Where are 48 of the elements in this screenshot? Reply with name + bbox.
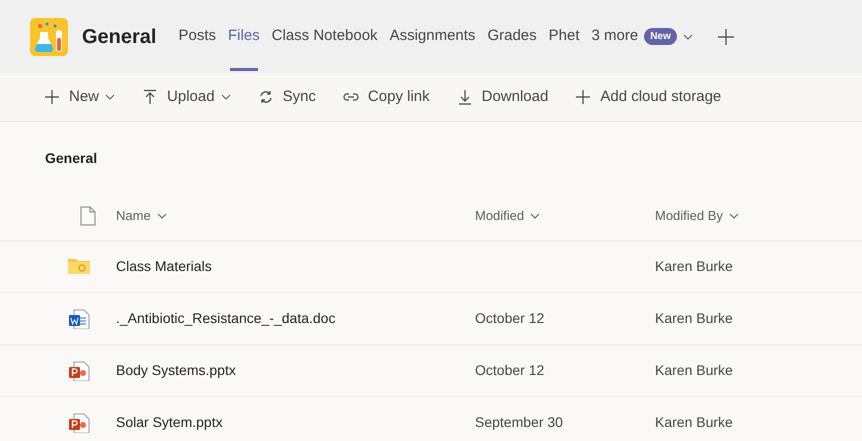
new-badge: New (644, 28, 677, 45)
toolbar-button[interactable]: Sync (258, 86, 316, 108)
tab[interactable]: Grades (481, 0, 543, 73)
plus-icon (575, 89, 592, 105)
toolbar-button[interactable]: Download (456, 86, 548, 108)
chevron-icon (105, 94, 116, 100)
word-file-icon (68, 308, 90, 328)
channel-title: General (82, 24, 156, 50)
tab[interactable]: Assignments (384, 0, 482, 73)
folder-icon (68, 256, 90, 276)
modified-date: October 12 (475, 362, 544, 378)
more-tabs-button[interactable]: 3 more New (586, 0, 699, 73)
column-header[interactable]: Name (116, 206, 475, 226)
chevron-icon (156, 213, 167, 219)
tab[interactable]: Files (222, 0, 266, 73)
modified-by-name: Karen Burke (655, 414, 733, 430)
sync-icon (258, 89, 274, 105)
modified-date: October 12 (475, 310, 544, 326)
download-icon (456, 89, 473, 105)
file-type-icon (80, 206, 96, 226)
tab[interactable]: Posts (172, 0, 222, 73)
powerpoint-file-icon (68, 412, 90, 432)
file-name-link[interactable]: Solar Sytem.pptx (116, 412, 223, 433)
toolbar-button[interactable]: Copy link (342, 86, 430, 108)
chevron-icon (728, 213, 739, 219)
tab[interactable]: Phet (542, 0, 586, 73)
modified-by-name: Karen Burke (655, 258, 733, 274)
column-header[interactable]: Modified (475, 206, 655, 226)
folder-heading: General (45, 150, 98, 166)
upload-icon (142, 89, 158, 105)
chevron-icon (682, 34, 693, 40)
file-name-link[interactable]: ._Antibiotic_Resistance_-_data.doc (116, 308, 336, 329)
flask-logo-icon (30, 18, 68, 56)
chevron-icon (530, 213, 540, 219)
modified-by-name: Karen Burke (655, 362, 733, 378)
modified-date: September 30 (475, 414, 563, 430)
modified-by-name: Karen Burke (655, 310, 733, 326)
file-name-link[interactable]: Class Materials (116, 256, 212, 277)
toolbar-button[interactable]: New (44, 86, 116, 108)
file-name-link[interactable]: Body Systems.pptx (116, 360, 236, 381)
toolbar-button[interactable]: Add cloud storage (575, 86, 722, 108)
plus-icon (44, 89, 60, 105)
powerpoint-file-icon (68, 360, 90, 380)
chevron-icon (220, 94, 231, 100)
add-tab-icon (716, 28, 735, 46)
toolbar-button[interactable]: Upload (142, 86, 231, 108)
column-header[interactable]: Modified By (655, 206, 862, 226)
tab[interactable]: Class Notebook (266, 0, 384, 73)
